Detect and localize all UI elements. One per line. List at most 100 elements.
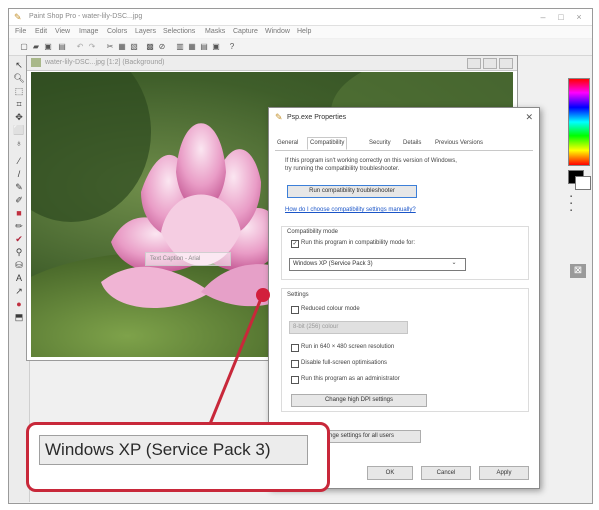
image-minimize-button[interactable] (467, 58, 481, 69)
chevron-down-icon[interactable]: ⌄ (447, 258, 461, 269)
compat-mode-select[interactable]: Windows XP (Service Pack 3) (289, 258, 466, 271)
menu-selections[interactable]: Selections (163, 28, 195, 35)
zoom-tool-icon[interactable]: 🔍︎ (13, 73, 25, 84)
compat-mode-checkbox-label: Run this program in compatibility mode f… (301, 240, 416, 246)
dialog-title: Psp.exe Properties (287, 114, 347, 121)
image-window-controls (465, 58, 513, 71)
colour-mode-select[interactable]: 8-bit (256) colour (289, 321, 408, 334)
image-icon[interactable]: ▦ (187, 42, 197, 52)
menu-layers[interactable]: Layers (135, 28, 156, 35)
tab-security[interactable]: Security (367, 138, 393, 149)
zoom-callout: Windows XP (Service Pack 3) (26, 422, 330, 492)
select-arrow-icon[interactable]: ↖ (13, 60, 25, 71)
palette-icon[interactable]: ▤ (199, 42, 209, 52)
picture-tube-icon[interactable]: ✔ (13, 234, 25, 245)
color-spectrum[interactable] (568, 78, 590, 166)
ok-button[interactable]: OK (367, 466, 413, 480)
tab-compatibility[interactable]: Compatibility (307, 137, 348, 150)
redo-icon[interactable]: ↷ (87, 42, 97, 52)
toolbar: ▢ ▰ ▣ ▤ ↶ ↷ ✂ ▦ ▧ ▩ ⊘ ▥ ▦ ▤ ▣ ? (9, 39, 592, 56)
menu-help[interactable]: Help (297, 28, 311, 35)
dialog-tabs: General Compatibility Security Details P… (275, 137, 533, 151)
text-caption-field[interactable]: Text Caption - Arial (145, 252, 231, 266)
crop-icon[interactable]: ⌗ (13, 99, 25, 110)
menu-edit[interactable]: Edit (35, 28, 47, 35)
manual-settings-link[interactable]: How do I choose compatibility settings m… (285, 207, 416, 213)
preset-shapes-icon[interactable]: ● (13, 299, 25, 310)
flood-fill-icon[interactable]: ⛁ (13, 260, 25, 271)
layers-icon[interactable]: ▣ (211, 42, 221, 52)
reduced-colour-checkbox[interactable] (291, 306, 299, 314)
move-icon[interactable]: ✥ (13, 112, 25, 123)
cutout-icon[interactable]: ⬒ (13, 312, 25, 323)
new-icon[interactable]: ▢ (19, 42, 29, 52)
run-admin-label: Run this program as an administrator (301, 376, 400, 382)
image-window-title-bar: water-lily-DSC...jpg [1:2] (Background) (27, 56, 517, 71)
apply-button[interactable]: Apply (479, 466, 529, 480)
intro-text-line2: try running the compatibility troublesho… (285, 166, 400, 172)
print-icon[interactable]: ▤ (57, 42, 67, 52)
paste-icon[interactable]: ▧ (129, 42, 139, 52)
cancel-button[interactable]: Cancel (421, 466, 471, 480)
menu-colors[interactable]: Colors (107, 28, 127, 35)
run-640-label: Run in 640 × 480 screen resolution (301, 344, 395, 350)
clone-icon[interactable]: ✎ (13, 182, 25, 193)
retouch-icon[interactable]: ■ (13, 208, 25, 219)
deform-icon[interactable]: ⬚ (13, 86, 25, 97)
title-bar: ✎ Paint Shop Pro - water-lily-DSC...jpg … (9, 9, 592, 26)
image-window-title: water-lily-DSC...jpg [1:2] (Background) (45, 59, 165, 66)
compat-mode-label: Compatibility mode (287, 229, 339, 235)
callout-compat-mode-field: Windows XP (Service Pack 3) (39, 435, 308, 465)
color-replace-icon[interactable]: ✐ (13, 195, 25, 206)
menu-window[interactable]: Window (265, 28, 290, 35)
paintbrush-icon[interactable]: / (13, 169, 25, 180)
selection-icon[interactable]: ⬜ (13, 125, 25, 136)
open-icon[interactable]: ▰ (31, 42, 41, 52)
menu-capture[interactable]: Capture (233, 28, 258, 35)
copy-icon[interactable]: ▦ (117, 42, 127, 52)
lasso-icon[interactable]: ♁ (13, 138, 25, 149)
eyedropper-icon[interactable]: ⁄ (13, 156, 25, 167)
browse-icon[interactable]: ▩ (145, 42, 155, 52)
tab-details[interactable]: Details (401, 138, 423, 149)
overview-icon[interactable]: ⊠ (570, 264, 586, 278)
tab-general[interactable]: General (275, 138, 300, 149)
tab-previous-versions[interactable]: Previous Versions (433, 138, 485, 149)
zoom-icon[interactable]: ⊘ (157, 42, 167, 52)
disable-fullscreen-label: Disable full-screen optimisations (301, 360, 388, 366)
dialog-title-bar: ✎ Psp.exe Properties ✕ (269, 108, 539, 126)
reduced-colour-label: Reduced colour mode (301, 306, 360, 312)
image-close-button[interactable] (499, 58, 513, 69)
minimize-button[interactable]: – (534, 12, 552, 22)
menu-masks[interactable]: Masks (205, 28, 225, 35)
menu-image[interactable]: Image (79, 28, 98, 35)
callout-dot (256, 288, 270, 302)
maximize-button[interactable]: □ (552, 12, 570, 22)
intro-text-line1: If this program isn't working correctly … (285, 158, 457, 164)
text-icon[interactable]: A (13, 273, 25, 284)
eraser-icon[interactable]: ✏ (13, 221, 25, 232)
dialog-close-icon[interactable]: ✕ (525, 112, 533, 123)
run-admin-checkbox[interactable] (291, 376, 299, 384)
image-maximize-button[interactable] (483, 58, 497, 69)
palette-options-icon[interactable]: ▪ ▪ ▪ (570, 194, 572, 215)
save-icon[interactable]: ▣ (43, 42, 53, 52)
change-dpi-button[interactable]: Change high DPI settings (291, 394, 427, 407)
app-title: Paint Shop Pro - water-lily-DSC...jpg (29, 13, 143, 20)
background-swatch[interactable] (575, 176, 591, 190)
airbrush-icon[interactable]: ⚲ (13, 247, 25, 258)
grid-icon[interactable]: ▥ (175, 42, 185, 52)
help-icon[interactable]: ? (227, 42, 237, 52)
close-button[interactable]: × (570, 12, 588, 22)
draw-icon[interactable]: ↗ (13, 286, 25, 297)
undo-icon[interactable]: ↶ (75, 42, 85, 52)
app-logo-icon: ✎ (14, 12, 22, 22)
run-640-checkbox[interactable] (291, 344, 299, 352)
troubleshooter-button[interactable]: Run compatibility troubleshooter (287, 185, 417, 198)
menu-file[interactable]: File (15, 28, 26, 35)
cut-icon[interactable]: ✂ (105, 42, 115, 52)
menu-bar: File Edit View Image Colors Layers Selec… (9, 26, 592, 38)
menu-view[interactable]: View (55, 28, 70, 35)
disable-fullscreen-checkbox[interactable] (291, 360, 299, 368)
compat-mode-checkbox[interactable]: ✓ (291, 240, 299, 248)
